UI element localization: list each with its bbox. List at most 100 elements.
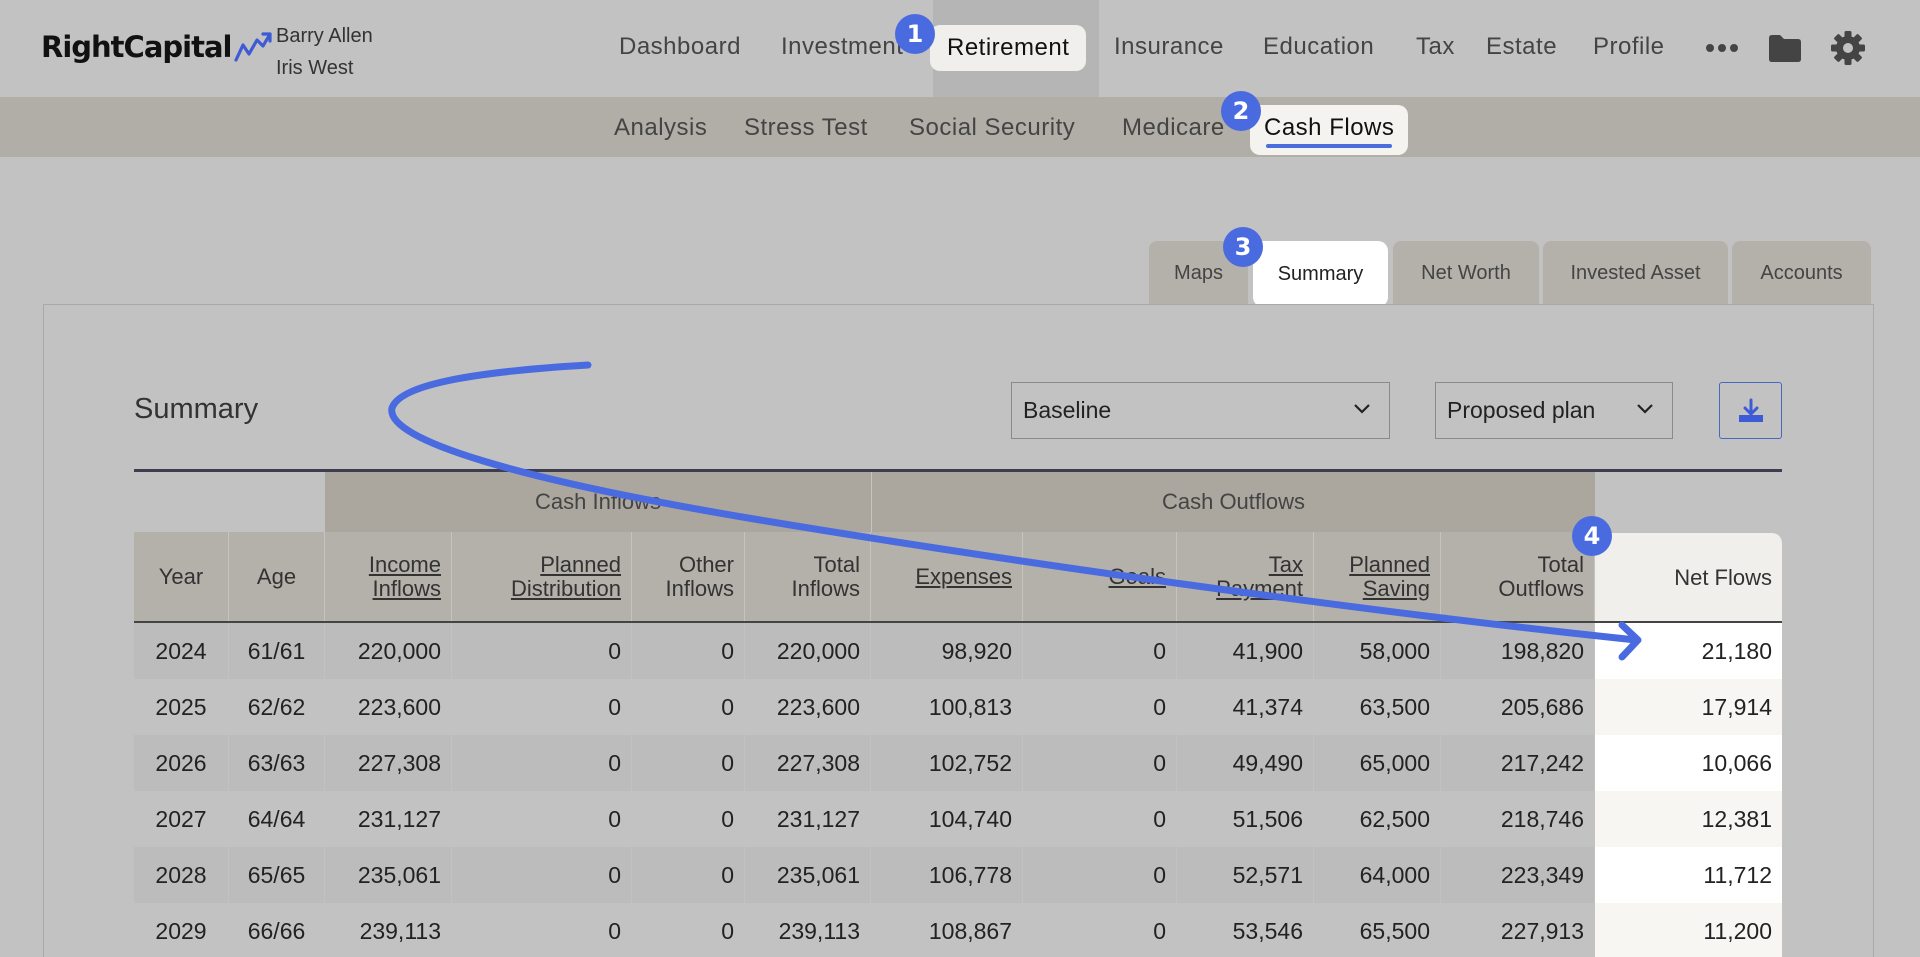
tab-invested-asset[interactable]: Invested Asset [1543,241,1728,305]
col-header-planned-saving-link[interactable]: Planned Saving [1340,553,1430,601]
nav-investment[interactable]: Investment [781,33,903,61]
proposed-plan-select-value: Proposed plan [1447,397,1596,423]
download-icon [1738,398,1763,422]
cell-planned-saving: 65,500 [1314,903,1441,957]
cell-planned-distribution: 0 [452,679,632,735]
col-header-other-inflows: Other Inflows [632,532,745,622]
subnav-analysis[interactable]: Analysis [614,114,707,142]
cell-total-outflows: 198,820 [1441,623,1595,679]
sub-nav: Analysis Stress Test Social Security Med… [0,97,1920,157]
col-header-total-inflows: Total Inflows [745,532,871,622]
col-header-planned-distribution-link[interactable]: Planned Distribution [481,553,621,601]
col-header-total-outflows: Total Outflows [1441,532,1595,622]
cell-planned-saving: 65,000 [1314,735,1441,791]
download-button[interactable] [1719,382,1782,439]
cell-other-inflows: 0 [632,791,745,847]
col-header-expenses-link[interactable]: Expenses [915,565,1012,589]
active-underline [1266,144,1393,148]
nav-estate[interactable]: Estate [1486,33,1557,61]
nav-retirement[interactable]: Retirement [930,25,1087,71]
cell-total-inflows: 227,308 [745,735,871,791]
cell-income-inflows: 223,600 [325,679,452,735]
col-header-net-flows: Net Flows [1595,533,1782,623]
cell-total-inflows: 223,600 [745,679,871,735]
cell-other-inflows: 0 [632,847,745,903]
cell-total-inflows: 231,127 [745,791,871,847]
cell-expenses: 102,752 [871,735,1023,791]
cell-tax-payment: 52,571 [1177,847,1314,903]
cell-age: 63/63 [229,735,325,791]
cell-tax-payment: 41,900 [1177,623,1314,679]
table-row: 2027 64/64 231,127 0 0 231,127 104,740 0 51,506 6… [134,791,1782,847]
nav-profile[interactable]: Profile [1593,33,1665,61]
main-nav: Dashboard Investment Retirement Insuranc… [0,0,1920,97]
col-header-income-inflows-link[interactable]: Income Inflows [351,553,441,601]
cell-planned-distribution: 0 [452,847,632,903]
folder-icon[interactable] [1767,32,1803,69]
col-header-total-inflows-label: Total Inflows [791,552,860,601]
nav-insurance[interactable]: Insurance [1114,33,1224,61]
cell-goals: 0 [1023,735,1177,791]
cell-net-flows: 11,712 [1595,847,1782,903]
cell-other-inflows: 0 [632,679,745,735]
col-header-tax-payment[interactable]: Tax Payment [1177,532,1314,622]
cell-net-flows: 10,066 [1595,735,1782,791]
cell-total-inflows: 220,000 [745,623,871,679]
baseline-select[interactable]: Baseline [1011,382,1390,439]
tab-net-worth[interactable]: Net Worth [1393,241,1539,305]
group-header-cash-inflows: Cash Inflows [325,472,871,532]
col-header-year-label: Year [158,564,204,589]
col-header-total-outflows-label: Total Outflows [1498,552,1584,601]
subnav-medicare[interactable]: Medicare [1122,114,1225,142]
subnav-social-security[interactable]: Social Security [909,114,1075,142]
col-header-net-flows-label: Net Flows [1674,565,1772,590]
cell-planned-distribution: 0 [452,791,632,847]
cell-tax-payment: 49,490 [1177,735,1314,791]
col-header-tax-payment-link[interactable]: Tax Payment [1208,553,1303,601]
cell-expenses: 106,778 [871,847,1023,903]
col-header-goals-link[interactable]: Goals [1109,565,1166,589]
cell-age: 66/66 [229,903,325,957]
tab-accounts[interactable]: Accounts [1732,241,1871,305]
table-row: 2026 63/63 227,308 0 0 227,308 102,752 0 49,490 6… [134,735,1782,791]
cell-expenses: 108,867 [871,903,1023,957]
col-header-planned-distribution[interactable]: Planned Distribution [452,532,632,622]
col-header-goals[interactable]: Goals [1023,532,1177,622]
subnav-stress-test[interactable]: Stress Test [744,114,868,142]
col-header-other-inflows-label: Other Inflows [665,552,734,601]
cell-planned-saving: 58,000 [1314,623,1441,679]
cell-net-flows: 21,180 [1595,623,1782,679]
proposed-plan-select[interactable]: Proposed plan [1435,382,1673,439]
cell-year: 2029 [134,903,229,957]
cell-age: 61/61 [229,623,325,679]
col-header-age-label: Age [256,564,297,589]
cell-total-outflows: 227,913 [1441,903,1595,957]
cell-goals: 0 [1023,903,1177,957]
more-icon[interactable] [1705,38,1739,63]
subnav-cash-flows-label: Cash Flows [1264,114,1395,141]
cell-goals: 0 [1023,791,1177,847]
step-badge-1: 1 [895,14,935,54]
col-header-year: Year [134,532,229,622]
cell-year: 2028 [134,847,229,903]
col-header-planned-saving[interactable]: Planned Saving [1314,532,1441,622]
nav-education[interactable]: Education [1263,33,1374,61]
tab-summary[interactable]: Summary [1253,241,1388,307]
table-row: 2028 65/65 235,061 0 0 235,061 106,778 0 52,571 6… [134,847,1782,903]
cell-total-outflows: 217,242 [1441,735,1595,791]
cell-tax-payment: 53,546 [1177,903,1314,957]
top-bar: RightCapital Barry Allen Iris West Dashb… [0,0,1920,97]
cell-net-flows: 17,914 [1595,679,1782,735]
cell-year: 2025 [134,679,229,735]
nav-tax[interactable]: Tax [1416,33,1455,61]
chevron-down-icon [1354,404,1370,414]
cell-tax-payment: 51,506 [1177,791,1314,847]
gear-icon[interactable] [1830,30,1866,71]
col-header-expenses[interactable]: Expenses [871,532,1023,622]
table-row: 2024 61/61 220,000 0 0 220,000 98,920 0 41,900 58… [134,623,1782,679]
cell-income-inflows: 235,061 [325,847,452,903]
col-header-income-inflows[interactable]: Income Inflows [325,532,452,622]
subnav-cash-flows[interactable]: Cash Flows [1250,105,1409,155]
nav-dashboard[interactable]: Dashboard [619,33,741,61]
panel-title: Summary [134,393,259,425]
